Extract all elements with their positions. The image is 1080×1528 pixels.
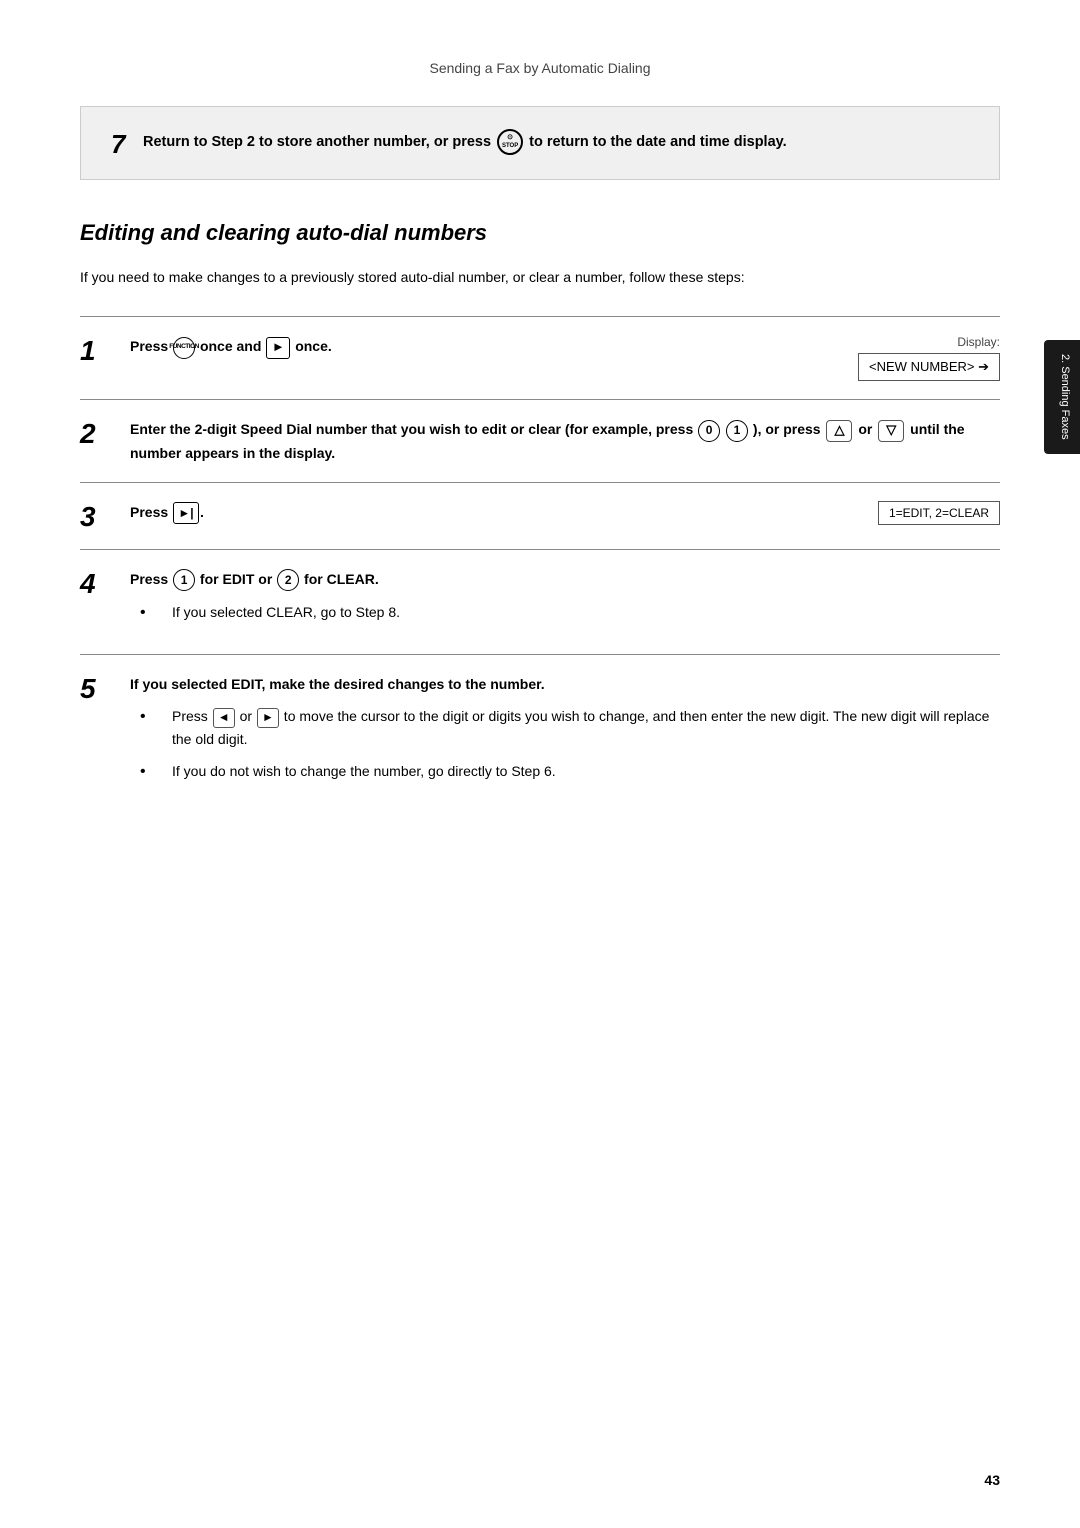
page-header: Sending a Fax by Automatic Dialing bbox=[80, 60, 1000, 76]
scroll-up-icon: △ bbox=[826, 420, 852, 442]
key-1-button: 1 bbox=[726, 420, 748, 442]
step7-box: 7 Return to Step 2 to store another numb… bbox=[80, 106, 1000, 180]
step3-content: Press ►|. bbox=[130, 501, 800, 524]
enter-button-icon: ►| bbox=[173, 502, 199, 524]
step1-once1: once and bbox=[200, 338, 265, 354]
step5-bullet1: Press ◄ or ► to move the cursor to the d… bbox=[140, 705, 1000, 750]
page-number: 43 bbox=[984, 1472, 1000, 1488]
step4-number: 4 bbox=[80, 568, 110, 598]
step7-content: Return to Step 2 to store another number… bbox=[143, 129, 787, 155]
step3-display-box: 1=EDIT, 2=CLEAR bbox=[878, 501, 1000, 525]
step4-content: Press 1 for EDIT or 2 for CLEAR. If you … bbox=[130, 568, 1000, 636]
step3-number: 3 bbox=[80, 501, 110, 531]
step1-once2: once. bbox=[295, 338, 332, 354]
stop-button-icon: ⊙STOP bbox=[497, 129, 523, 155]
header-title: Sending a Fax by Automatic Dialing bbox=[429, 60, 650, 76]
cursor-right-icon: ► bbox=[257, 708, 279, 728]
step5-bullet1-text: Press ◄ or ► to move the cursor to the d… bbox=[172, 705, 1000, 750]
cursor-left-icon: ◄ bbox=[213, 708, 235, 728]
step1-display: Display: <NEW NUMBER> ➔ bbox=[820, 335, 1000, 381]
step2-content: Enter the 2-digit Speed Dial number that… bbox=[130, 418, 1000, 464]
step1-display-label: Display: bbox=[820, 335, 1000, 349]
key-1-edit-button: 1 bbox=[173, 569, 195, 591]
page-wrapper: Sending a Fax by Automatic Dialing 7 Ret… bbox=[0, 0, 1080, 1528]
step5-content: If you selected EDIT, make the desired c… bbox=[130, 673, 1000, 795]
step1-display-box: <NEW NUMBER> ➔ bbox=[858, 353, 1000, 381]
step-row-2: 2 Enter the 2-digit Speed Dial number th… bbox=[80, 399, 1000, 482]
step5-number: 5 bbox=[80, 673, 110, 703]
step1-number: 1 bbox=[80, 335, 110, 365]
step2-number: 2 bbox=[80, 418, 110, 448]
step-row-3: 3 Press ►|. 1=EDIT, 2=CLEAR bbox=[80, 482, 1000, 549]
step-row-4: 4 Press 1 for EDIT or 2 for CLEAR. If yo… bbox=[80, 549, 1000, 654]
step4-bullets: If you selected CLEAR, go to Step 8. bbox=[130, 601, 1000, 626]
step5-bullet2-text: If you do not wish to change the number,… bbox=[172, 760, 556, 785]
step4-bullet1: If you selected CLEAR, go to Step 8. bbox=[140, 601, 1000, 626]
step1-content: Press FUNCTION once and ► once. bbox=[130, 335, 800, 358]
step4-bullet1-text: If you selected CLEAR, go to Step 8. bbox=[172, 601, 400, 626]
step7-number: 7 bbox=[111, 131, 131, 157]
key-2-clear-button: 2 bbox=[277, 569, 299, 591]
step-row-1: 1 Press FUNCTION once and ► once. Displa… bbox=[80, 316, 1000, 399]
function-button-icon: FUNCTION bbox=[173, 337, 195, 359]
section-intro: If you need to make changes to a previou… bbox=[80, 266, 1000, 288]
step5-bullet2: If you do not wish to change the number,… bbox=[140, 760, 1000, 785]
scroll-down-icon: ▽ bbox=[878, 420, 904, 442]
arrow-right-button-icon: ► bbox=[266, 337, 290, 359]
step3-display: 1=EDIT, 2=CLEAR bbox=[820, 501, 1000, 525]
key-0-button: 0 bbox=[698, 420, 720, 442]
section-heading: Editing and clearing auto-dial numbers bbox=[80, 220, 1000, 246]
step-row-5: 5 If you selected EDIT, make the desired… bbox=[80, 654, 1000, 813]
step5-bullets: Press ◄ or ► to move the cursor to the d… bbox=[130, 705, 1000, 784]
